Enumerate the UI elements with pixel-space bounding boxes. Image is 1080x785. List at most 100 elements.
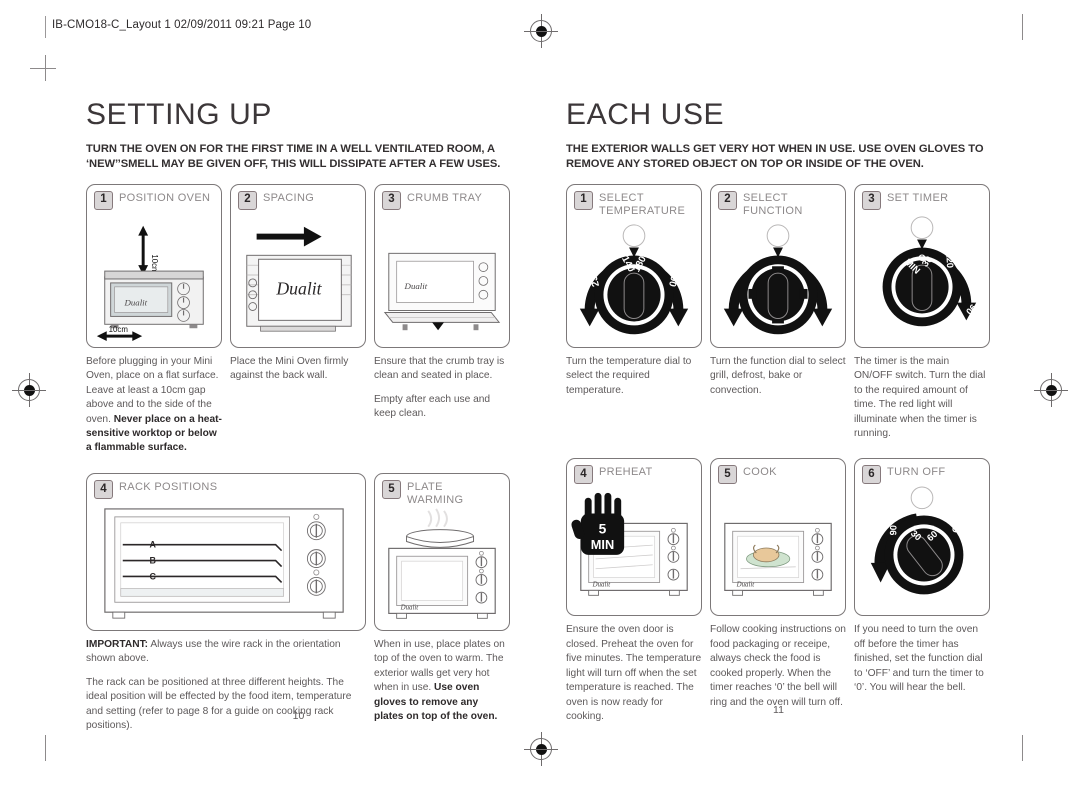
step-label-3: CRUMB TRAY [407,191,483,204]
step-caption-8: The timer is the main ON/OFF switch. Tur… [854,355,990,442]
step-caption-2-plain: Place the Mini Oven firmly against the b… [230,355,349,382]
step-header-11: 6 TURN OFF [855,459,989,485]
step-label-4: RACK POSITIONS [119,480,218,493]
illustration-function-dial [711,218,845,344]
step-panel-2: 2 SPACING Dualit [230,183,366,348]
step-number-10: 5 [718,465,737,485]
step-card-position-oven: 1 POSITION OVEN 10cm Dualit 10cm Before … [86,183,222,456]
step-header-5: 5 PLATE WARMING [375,474,509,507]
step-panel-11: 6 TURN OFF 60 30 O 90 120 MIN [854,458,990,617]
step-card-preheat: 4 PREHEAT Dualit 5 MIN Ensure the oven d… [566,458,702,724]
steps-row-4: 4 PREHEAT Dualit 5 MIN Ensure the oven d… [566,458,991,724]
illustration-spacing: Dualit [231,210,365,346]
step-number-11: 6 [862,465,881,485]
step-number-9: 4 [574,465,593,485]
steps-row-2: 4 RACK POSITIONS A B C IMPORTANT: Always… [86,472,511,734]
svg-text:120: 120 [944,252,955,268]
svg-text:Dualit: Dualit [275,278,322,298]
step-number-3: 3 [382,190,401,210]
illustration-crumb-tray: Dualit [375,210,509,346]
step-number-4: 4 [94,479,113,499]
svg-text:O: O [950,526,960,534]
registration-mark-left [12,373,46,407]
step-caption-11: If you need to turn the oven off before … [854,623,990,695]
registration-mark-top [524,14,558,48]
crop-mark-top-right-v [1022,14,1023,40]
document-slug: IB-CMO18-C_Layout 1 02/09/2011 09:21 Pag… [52,19,312,31]
svg-text:Dualit: Dualit [404,280,428,290]
illustration-cook: Dualit [711,484,845,614]
step-card-select-function: 2 SELECT FUNCTION Turn the function dial… [710,183,846,442]
crop-mark-bottom-right-v [1022,735,1023,761]
svg-text:10cm: 10cm [109,325,129,334]
svg-text:C: C [150,571,157,581]
section-setting-up: SETTING UP TURN THE OVEN ON FOR THE FIRS… [86,100,511,734]
step-caption-8-plain: The timer is the main ON/OFF switch. Tur… [854,355,986,439]
illustration-timer-dial: O MIN 120 90 60 30 [855,210,989,336]
illustration-preheat: Dualit 5 MIN [567,484,701,614]
manual-page: IB-CMO18-C_Layout 1 02/09/2011 09:21 Pag… [0,0,1080,785]
step-header-3: 3 CRUMB TRAY [375,185,509,210]
hand-text-min: MIN [591,537,614,552]
svg-text:230: 230 [587,268,602,287]
svg-text:Dualit: Dualit [592,582,612,589]
illustration-temperature-dial: 180 140 230 100 [567,218,701,344]
step-panel-8: 3 SET TIMER O MIN 120 90 60 30 [854,183,990,348]
step-header-1: 1 POSITION OVEN [87,185,221,210]
step-caption-7-plain: Turn the function dial to select grill, … [710,355,846,396]
step-card-crumb-tray: 3 CRUMB TRAY Dualit Ensure that the crum… [374,183,510,456]
svg-text:100: 100 [666,269,681,288]
step-caption-2: Place the Mini Oven firmly against the b… [230,355,366,384]
steps-row-1: 1 POSITION OVEN 10cm Dualit 10cm Before … [86,183,511,456]
step-label-11: TURN OFF [887,466,946,479]
step-label-8: SET TIMER [887,191,949,204]
step-header-6: 1 SELECT TEMPERATURE [567,185,701,218]
svg-text:MIN: MIN [968,572,987,591]
step-card-spacing: 2 SPACING Dualit Place the Mini Oven fir… [230,183,366,456]
slug-rule [45,16,46,38]
step-caption-10-plain: Follow cooking instructions on food pack… [710,624,846,708]
step-label-2: SPACING [263,191,315,204]
hand-text-5: 5 [599,522,607,537]
section-each-use: EACH USE THE EXTERIOR WALLS GET VERY HOT… [566,100,991,725]
step-panel-3: 3 CRUMB TRAY Dualit [374,183,510,348]
step-label-5: PLATE WARMING [407,480,464,506]
step-card-turn-off: 6 TURN OFF 60 30 O 90 120 MIN If you nee… [854,458,990,724]
step-number-7: 2 [718,190,737,210]
step-caption-3: Ensure that the crumb tray is clean and … [374,355,510,422]
step-card-plate-warming: 5 PLATE WARMING Dualit When in use, plac… [374,472,510,734]
step-caption-10: Follow cooking instructions on food pack… [710,623,846,710]
step-card-rack-positions: 4 RACK POSITIONS A B C IMPORTANT: Always… [86,472,366,734]
registration-mark-right [1034,373,1068,407]
step-header-4: 4 RACK POSITIONS [87,474,365,499]
step-caption-1: Before plugging in your Mini Oven, place… [86,355,222,456]
page-number-left: 10 [292,710,305,722]
step-panel-7: 2 SELECT FUNCTION [710,183,846,348]
step-panel-10: 5 COOK Dualit [710,458,846,617]
step-card-cook: 5 COOK Dualit Follow cooking instruction… [710,458,846,724]
page-number-right: 11 [773,704,784,716]
illustration-turn-off-dial: 60 30 O 90 120 MIN [855,484,989,610]
step-header-7: 2 SELECT FUNCTION [711,185,845,218]
step-number-8: 3 [862,190,881,210]
svg-text:Dualit: Dualit [400,604,420,611]
step-card-set-timer: 3 SET TIMER O MIN 120 90 60 30 The timer… [854,183,990,442]
svg-text:A: A [150,540,157,550]
step-panel-5: 5 PLATE WARMING Dualit [374,472,510,631]
step-caption-4-plain-2: The rack can be positioned at three diff… [86,676,352,732]
step-number-1: 1 [94,190,113,210]
step-caption-3-plain-2: Empty after each use and keep clean. [374,393,491,420]
step-panel-9: 4 PREHEAT Dualit 5 MIN [566,458,702,617]
registration-mark-bottom [524,732,558,766]
step-caption-6: Turn the temperature dial to select the … [566,355,702,398]
page-title-each-use: EACH USE [566,98,725,131]
step-number-6: 1 [574,190,593,210]
step-label-10: COOK [743,466,777,479]
svg-text:Dualit: Dualit [123,297,147,307]
step-panel-4: 4 RACK POSITIONS A B C [86,472,366,631]
crop-mark-top-left-h [30,68,56,69]
step-caption-6-plain: Turn the temperature dial to select the … [566,355,692,396]
step-header-9: 4 PREHEAT [567,459,701,485]
step-number-5: 5 [382,479,401,499]
step-caption-11-plain: If you need to turn the oven off before … [854,624,984,694]
